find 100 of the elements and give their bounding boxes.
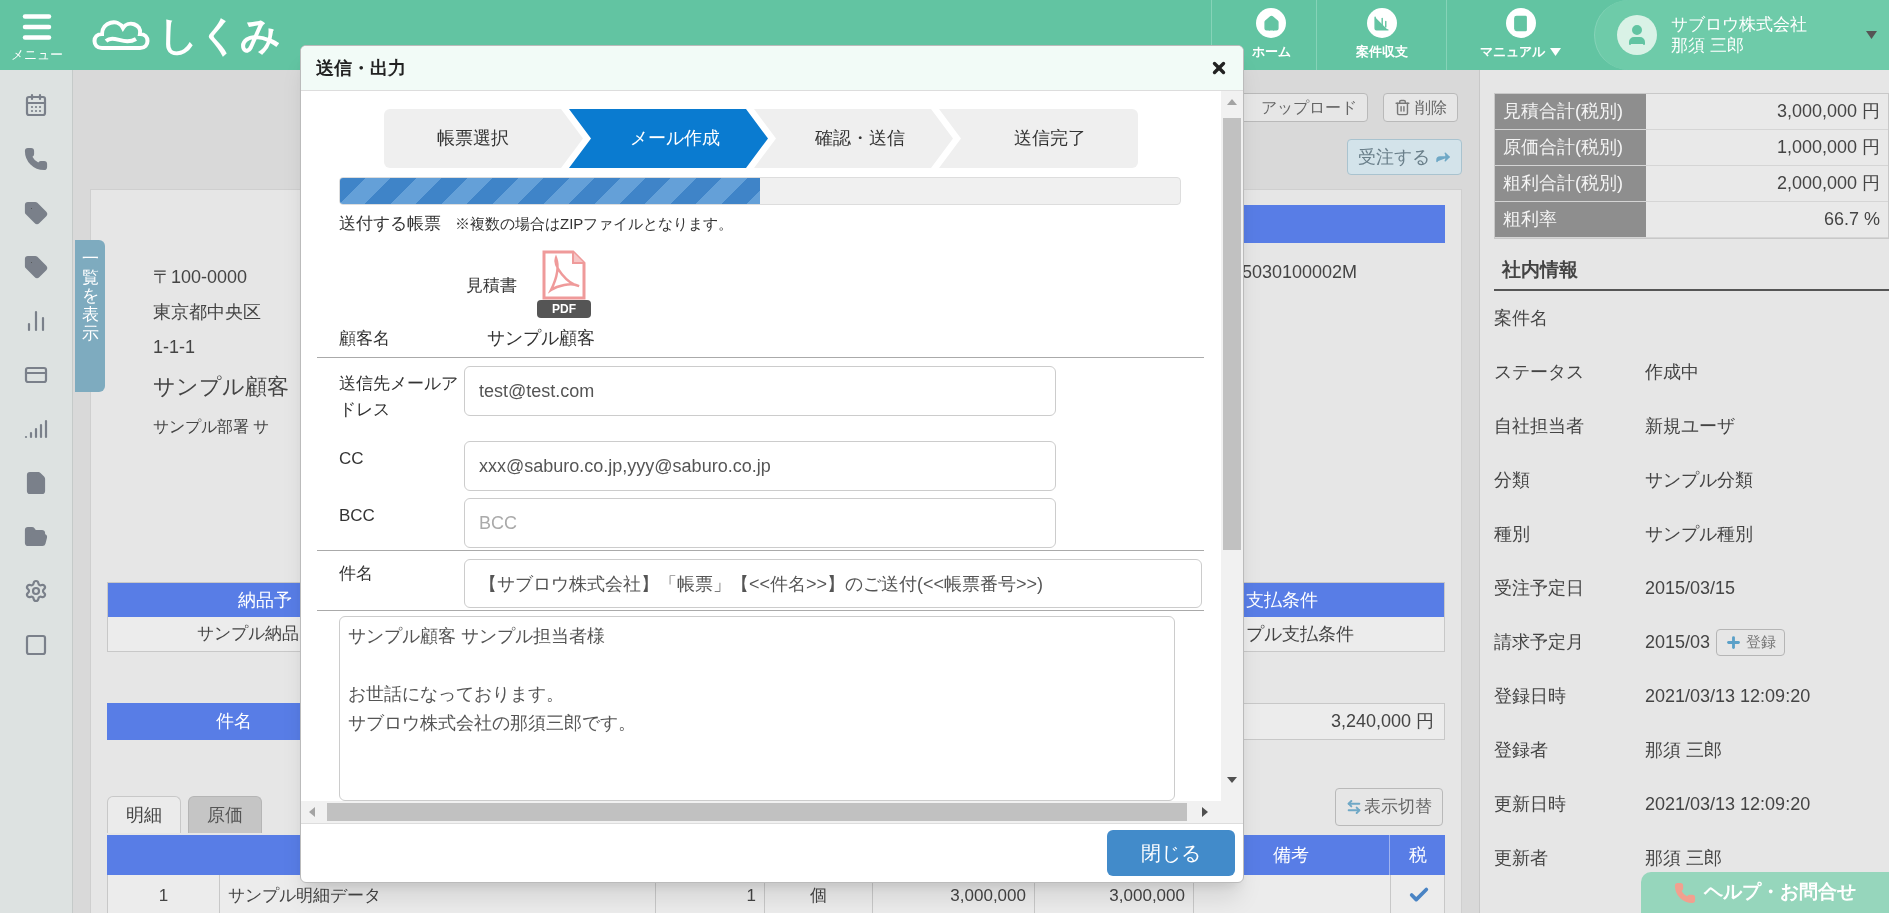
field-label: CC (339, 448, 365, 471)
address-line: 1-1-1 (153, 336, 197, 359)
customer-name: サンプル顧客 (153, 373, 289, 401)
close-dialog-button[interactable]: 閉じる (1107, 830, 1235, 876)
file-icon[interactable] (24, 471, 48, 495)
field-label: 送信先メールアドレス (339, 373, 459, 422)
field-value: サンプル種別 (1645, 522, 1753, 546)
dialog-title: 送信・出力 (316, 56, 406, 80)
customer-label: 顧客名 (339, 327, 391, 350)
attachments-label: 送付する帳票 (339, 212, 441, 235)
field-value: 2015/03 (1645, 630, 1711, 654)
field-label: 案件名 (1494, 306, 1549, 330)
close-icon (1210, 59, 1228, 77)
total-amount: 3,240,000 円 (1242, 703, 1445, 740)
field-label: 更新者 (1494, 846, 1549, 870)
field-label: 更新日時 (1494, 792, 1567, 816)
field-value: 2021/03/13 12:09:20 (1645, 684, 1811, 708)
file-type-label: PDF (537, 300, 591, 319)
phone-icon (1674, 881, 1696, 904)
email-field[interactable]: BCC (464, 498, 1056, 549)
folder-icon[interactable] (24, 525, 48, 549)
user-name: 那須 三郎 (1671, 35, 1745, 56)
field-label: 受注予定日 (1494, 576, 1585, 600)
table-cell: 3,000,000 (1109, 886, 1185, 906)
summary-label: 粗利率 (1495, 202, 1646, 237)
field-label: 自社担当者 (1494, 414, 1585, 438)
message-line: サブロウ株式会社の那須三郎です。 (348, 712, 636, 736)
table-cell: 3,000,000 (950, 886, 1026, 906)
summary-label: 見積合計(税別) (1495, 94, 1646, 129)
field-label: BCC (339, 505, 376, 528)
home-icon (1256, 8, 1286, 39)
settings-icon[interactable] (24, 579, 48, 603)
address-line: 東京都中央区 (153, 301, 262, 324)
wizard-step: 送信完了 (939, 109, 1138, 168)
email-field[interactable]: xxx@saburo.co.jp,yyy@saburo.co.jp (464, 441, 1056, 492)
wizard-step: 帳票選択 (384, 109, 583, 168)
field-value: 作成中 (1645, 360, 1699, 384)
document-code: 5030100002M (1242, 262, 1358, 282)
email-field[interactable]: test@test.com (464, 366, 1056, 417)
column-header: 納品予 (238, 588, 292, 612)
table-cell: サンプル明細データ (228, 886, 381, 906)
logo-text: しくみ (158, 15, 281, 55)
square-icon[interactable] (24, 633, 48, 657)
field-label: 請求予定月 (1494, 630, 1585, 654)
menu-button[interactable]: メニュー (0, 0, 73, 70)
phone-icon[interactable] (24, 147, 48, 171)
subject-field[interactable]: 【サブロウ株式会社】「帳票」【<<件名>>】のご送付(<<帳票番号>>) (464, 559, 1202, 609)
nav-button[interactable]: 案件収支 (1316, 0, 1446, 70)
user-menu[interactable]: サブロウ株式会社 那須 三郎 (1594, 0, 1889, 70)
column-header: 支払条件 (1246, 588, 1319, 612)
message-field[interactable]: サンプル顧客 サンプル担当者様 お世話になっております。 サブロウ株式会社の那須三郎です。 (339, 616, 1175, 801)
field-label: 種別 (1494, 522, 1531, 546)
toggle-view-button[interactable]: 表示切替 (1335, 788, 1443, 826)
bar-chart-icon (1366, 8, 1397, 39)
field-value: 2015/03/15 (1645, 576, 1736, 600)
tab[interactable]: 原価 (188, 796, 262, 833)
department-name: サンプル部署 サ (153, 417, 271, 437)
field-label: 登録日時 (1494, 684, 1567, 708)
field-value: 那須 三郎 (1645, 846, 1722, 870)
wizard-step: 確認・送信 (754, 109, 953, 168)
swap-icon (1346, 799, 1362, 815)
section-title: 社内情報 (1502, 257, 1578, 282)
table-cell-text: プル支払条件 (1246, 622, 1355, 646)
table-cell: 1 (158, 886, 169, 906)
table-cell: 1 (746, 886, 756, 906)
vertical-scrollbar[interactable] (1221, 91, 1243, 801)
tag-icon[interactable] (24, 255, 48, 279)
plus-icon (1725, 633, 1743, 651)
horizontal-scrollbar[interactable] (301, 801, 1243, 823)
list-tab[interactable]: 一覧を表示 (75, 240, 105, 392)
column-header: 備考 (1273, 843, 1309, 867)
document-name: 見積書 (466, 274, 517, 297)
field-label: 分類 (1494, 468, 1531, 492)
summary-label: 粗利合計(税別) (1495, 166, 1646, 201)
table-cell-text: サンプル納品 (197, 623, 299, 646)
field-value: サンプル分類 (1645, 468, 1753, 492)
tab[interactable]: 明細 (107, 796, 181, 833)
delete-button[interactable]: 削除 (1383, 93, 1458, 122)
tag-icon[interactable] (24, 201, 48, 225)
summary-label: 原価合計(税別) (1495, 130, 1646, 165)
document-icon (541, 250, 587, 301)
message-line: サンプル顧客 サンプル担当者様 (348, 625, 605, 649)
customer-name: サンプル顧客 (487, 326, 595, 350)
field-label: ステータス (1494, 360, 1585, 384)
register-button[interactable]: 登録 (1716, 628, 1786, 656)
trash-icon (1394, 99, 1411, 116)
book-icon (1505, 8, 1536, 39)
field-value: 那須 三郎 (1645, 738, 1722, 762)
avatar-icon (1617, 15, 1657, 55)
table-cell: 個 (810, 886, 827, 906)
message-line: お世話になっております。 (348, 683, 564, 707)
column-header-label: 件名 (216, 710, 252, 733)
order-button[interactable]: 受注する (1347, 139, 1462, 175)
field-label: 件名 (339, 563, 374, 586)
calendar-icon[interactable] (24, 93, 48, 117)
signal-icon[interactable] (24, 417, 48, 441)
field-value: 新規ユーザ (1645, 414, 1735, 438)
column-header: 税 (1408, 843, 1427, 867)
list-tab-label: 一覧を表示 (81, 250, 99, 345)
field-value: 2021/03/13 12:09:20 (1645, 792, 1811, 816)
